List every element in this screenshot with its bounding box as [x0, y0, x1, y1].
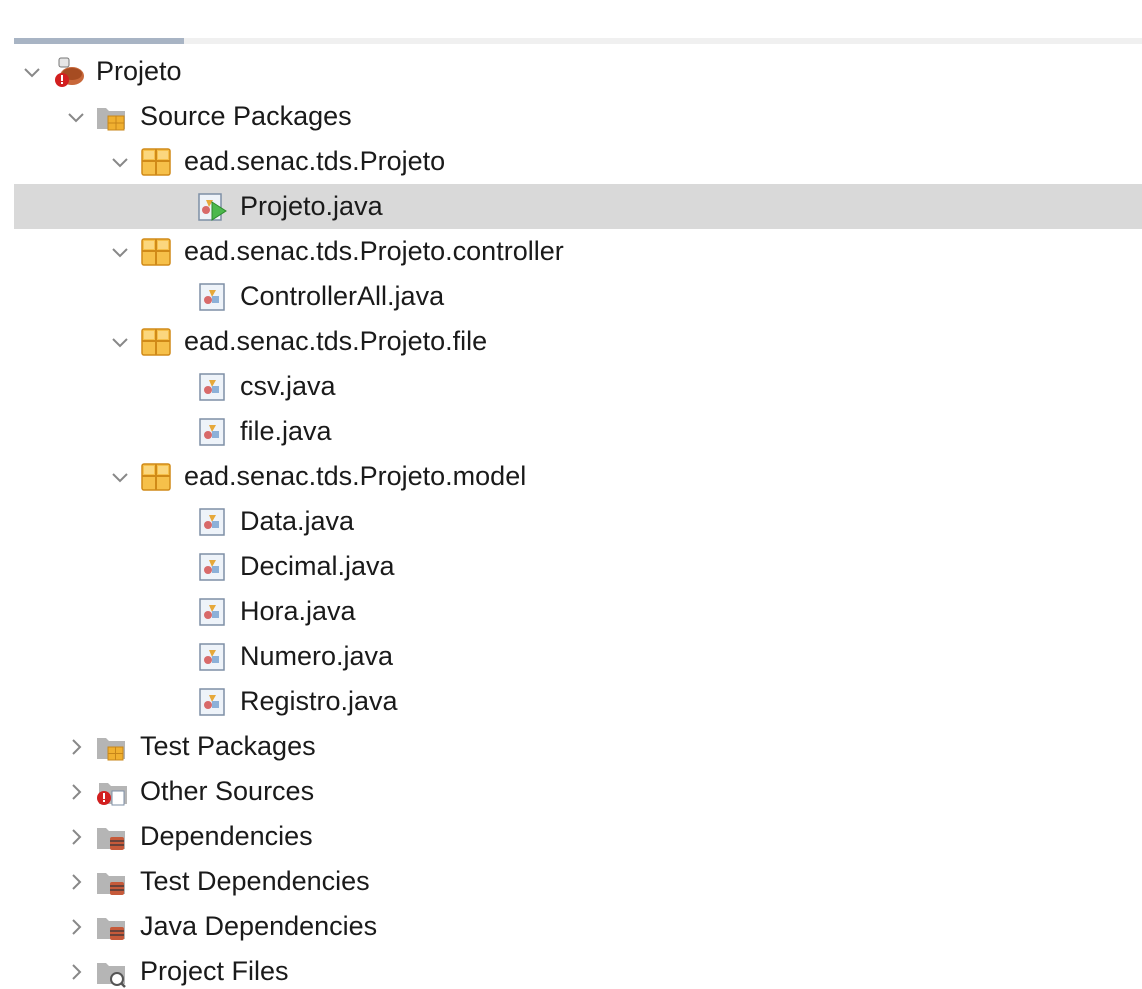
tree-node-folder[interactable]: Other Sources [64, 769, 314, 814]
tree-node-java-file[interactable]: Data.java [194, 499, 354, 544]
other-sources-folder-icon [94, 774, 130, 810]
tree-node-label: ControllerAll.java [240, 281, 445, 311]
tree-node-folder[interactable]: Java Dependencies [64, 904, 377, 949]
tree-node-folder[interactable]: Test Packages [64, 724, 316, 769]
package-icon [138, 459, 174, 495]
chevron-down-icon[interactable] [108, 330, 132, 354]
tree-node-label: Projeto.java [240, 191, 383, 221]
horizontal-scrollbar-thumb[interactable] [14, 38, 184, 44]
tree-node-label: Projeto [96, 56, 182, 86]
chevron-down-icon[interactable] [108, 150, 132, 174]
tree-node-java-file[interactable]: Projeto.java [194, 184, 383, 229]
source-packages-folder-icon [94, 99, 130, 135]
java-class-icon [194, 414, 230, 450]
project-coffee-icon [50, 54, 86, 90]
java-main-class-icon [194, 189, 230, 225]
chevron-right-icon[interactable] [64, 735, 88, 759]
tree-node-folder[interactable]: Dependencies [64, 814, 313, 859]
java-class-icon [194, 279, 230, 315]
chevron-down-icon[interactable] [108, 240, 132, 264]
tree-node-label: Project Files [140, 956, 289, 986]
chevron-right-icon[interactable] [64, 960, 88, 984]
java-dependencies-folder-icon [94, 909, 130, 945]
tree-node-label: Registro.java [240, 686, 398, 716]
package-icon [138, 144, 174, 180]
tree-node-package[interactable]: ead.senac.tds.Projeto.file [108, 319, 487, 364]
chevron-right-icon[interactable] [64, 870, 88, 894]
tree-node-label: Hora.java [240, 596, 356, 626]
tree-node-java-file[interactable]: ControllerAll.java [194, 274, 444, 319]
tree-node-label: file.java [240, 416, 332, 446]
tree-node-package[interactable]: ead.senac.tds.Projeto.controller [108, 229, 564, 274]
tree-node-label: ead.senac.tds.Projeto.controller [184, 236, 564, 266]
chevron-down-icon[interactable] [108, 465, 132, 489]
tree-node-label: Other Sources [140, 776, 315, 806]
top-toolbar-area [0, 0, 1142, 38]
tree-node-label: Test Packages [140, 731, 316, 761]
package-icon [138, 324, 174, 360]
tree-node-label: Java Dependencies [140, 911, 378, 941]
chevron-right-icon[interactable] [64, 915, 88, 939]
tree-node-java-file[interactable]: Decimal.java [194, 544, 395, 589]
tree-node-source-packages[interactable]: Source Packages [64, 94, 352, 139]
tree-node-project[interactable]: Projeto [20, 49, 182, 94]
tree-node-java-file[interactable]: Hora.java [194, 589, 356, 634]
java-class-icon [194, 504, 230, 540]
tree-node-label: ead.senac.tds.Projeto [184, 146, 446, 176]
test-packages-folder-icon [94, 729, 130, 765]
tree-node-label: Numero.java [240, 641, 394, 671]
java-class-icon [194, 549, 230, 585]
tree-node-java-file[interactable]: csv.java [194, 364, 336, 409]
tree-node-label: Decimal.java [240, 551, 395, 581]
package-icon [138, 234, 174, 270]
tree-node-label: ead.senac.tds.Projeto.model [184, 461, 527, 491]
chevron-down-icon[interactable] [20, 60, 44, 84]
tree-node-label: Data.java [240, 506, 355, 536]
project-files-folder-icon [94, 954, 130, 989]
tree-node-label: Test Dependencies [140, 866, 370, 896]
dependencies-folder-icon [94, 819, 130, 855]
tree-node-java-file[interactable]: Numero.java [194, 634, 393, 679]
tree-node-label: Source Packages [140, 101, 352, 131]
java-class-icon [194, 369, 230, 405]
test-dependencies-folder-icon [94, 864, 130, 900]
tree-node-java-file[interactable]: file.java [194, 409, 332, 454]
java-class-icon [194, 594, 230, 630]
tree-node-package[interactable]: ead.senac.tds.Projeto [108, 139, 445, 184]
chevron-down-icon[interactable] [64, 105, 88, 129]
tree-node-label: Dependencies [140, 821, 313, 851]
tree-node-folder[interactable]: Project Files [64, 949, 289, 989]
chevron-right-icon[interactable] [64, 780, 88, 804]
tree-node-label: ead.senac.tds.Projeto.file [184, 326, 488, 356]
java-class-icon [194, 639, 230, 675]
selection-highlight [14, 184, 1142, 229]
java-class-icon [194, 684, 230, 720]
tree-node-label: csv.java [240, 371, 336, 401]
tree-node-package[interactable]: ead.senac.tds.Projeto.model [108, 454, 526, 499]
tree-node-folder[interactable]: Test Dependencies [64, 859, 370, 904]
chevron-right-icon[interactable] [64, 825, 88, 849]
tree-node-java-file[interactable]: Registro.java [194, 679, 398, 724]
